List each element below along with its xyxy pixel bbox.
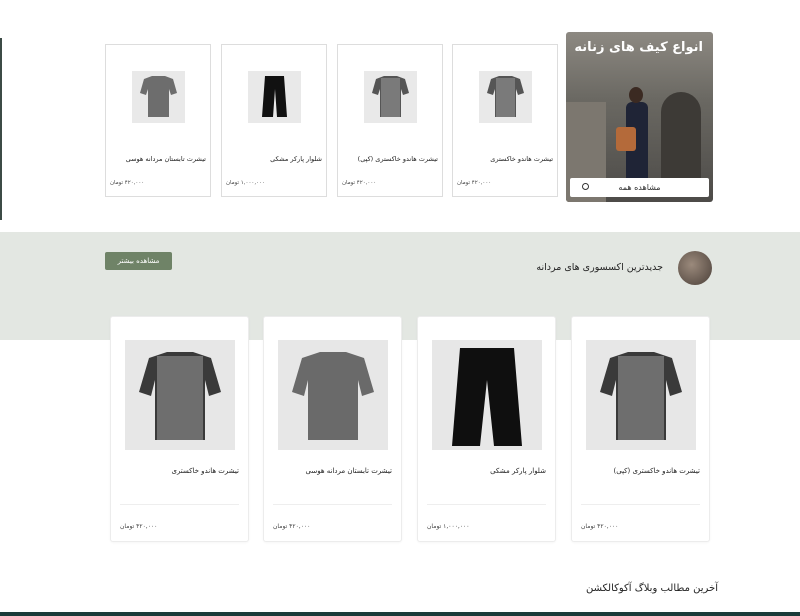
left-divider	[0, 38, 2, 220]
product-card[interactable]: تیشرت هاندو خاکستری (کپی) ۴۲۰,۰۰۰ تومان	[571, 316, 710, 542]
view-all-button[interactable]: مشاهده همه	[570, 178, 709, 197]
product-card[interactable]: تیشرت تابستان مردانه هوسی ۴۲۰,۰۰۰ تومان	[263, 316, 402, 542]
product-name[interactable]: تیشرت هاندو خاکستری	[171, 467, 239, 475]
product-name[interactable]: تیشرت تابستان مردانه هوسی	[126, 155, 206, 163]
product-name[interactable]: تیشرت تابستان مردانه هوسی	[306, 467, 392, 475]
product-image	[432, 340, 542, 450]
card-divider	[273, 504, 392, 505]
banner-model-head	[629, 87, 643, 103]
arrow-circle-icon	[582, 183, 589, 190]
banner-arch	[661, 92, 701, 182]
footer-strip	[0, 612, 800, 616]
accessories-avatar	[678, 251, 712, 285]
product-card[interactable]: شلوار پارکر مشکی ۱,۰۰۰,۰۰۰ تومان	[417, 316, 556, 542]
product-name[interactable]: شلوار پارکر مشکی	[270, 155, 322, 163]
product-price: ۴۲۰,۰۰۰ تومان	[342, 180, 377, 186]
product-price: ۴۲۰,۰۰۰ تومان	[110, 180, 145, 186]
product-card[interactable]: تیشرت هاندو خاکستری ۴۲۰,۰۰۰ تومان	[452, 44, 558, 197]
featured-category-banner[interactable]: انواع کیف های زنانه مشاهده همه	[566, 32, 713, 202]
product-image	[479, 71, 532, 123]
accessories-title: جدیدترین اکسسوری های مردانه	[536, 262, 663, 273]
product-name[interactable]: تیشرت هاندو خاکستری (کپی)	[614, 467, 701, 475]
featured-title: انواع کیف های زنانه	[574, 40, 703, 55]
product-price: ۴۲۰,۰۰۰ تومان	[457, 180, 492, 186]
product-card[interactable]: تیشرت هاندو خاکستری (کپی) ۴۲۰,۰۰۰ تومان	[337, 44, 443, 197]
product-image	[278, 340, 388, 450]
product-price: ۱,۰۰۰,۰۰۰ تومان	[427, 523, 470, 530]
product-price: ۱,۰۰۰,۰۰۰ تومان	[226, 180, 265, 186]
view-all-label: مشاهده همه	[618, 183, 661, 192]
card-divider	[427, 504, 546, 505]
product-card[interactable]: تیشرت هاندو خاکستری ۴۲۰,۰۰۰ تومان	[110, 316, 249, 542]
card-divider	[120, 504, 239, 505]
product-price: ۴۲۰,۰۰۰ تومان	[273, 523, 311, 530]
product-name[interactable]: تیشرت هاندو خاکستری	[490, 155, 553, 163]
view-more-button[interactable]: مشاهده بیشتر	[105, 252, 172, 270]
card-divider	[581, 504, 700, 505]
product-image	[586, 340, 696, 450]
product-price: ۴۲۰,۰۰۰ تومان	[581, 523, 619, 530]
product-name[interactable]: تیشرت هاندو خاکستری (کپی)	[358, 155, 438, 163]
product-image	[125, 340, 235, 450]
product-card[interactable]: تیشرت تابستان مردانه هوسی ۴۲۰,۰۰۰ تومان	[105, 44, 211, 197]
handbag-image	[616, 127, 636, 151]
product-price: ۴۲۰,۰۰۰ تومان	[120, 523, 158, 530]
product-name[interactable]: شلوار پارکر مشکی	[490, 467, 546, 475]
blog-section-title: آخرین مطالب وبلاگ آکوکالکشن	[585, 583, 718, 594]
product-image	[364, 71, 417, 123]
product-card[interactable]: شلوار پارکر مشکی ۱,۰۰۰,۰۰۰ تومان	[221, 44, 327, 197]
product-image	[248, 71, 301, 123]
product-image	[132, 71, 185, 123]
